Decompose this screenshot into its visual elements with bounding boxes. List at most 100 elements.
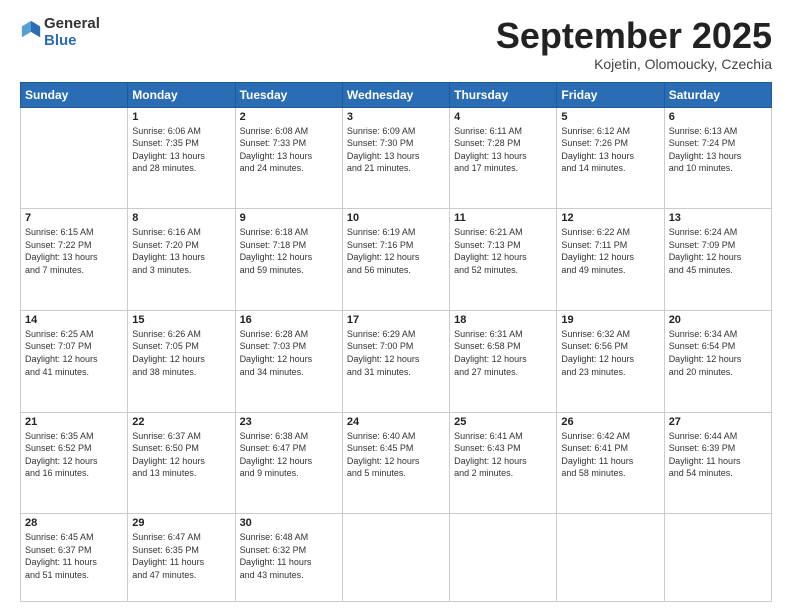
calendar-week-row: 28Sunrise: 6:45 AM Sunset: 6:37 PM Dayli…: [21, 514, 772, 602]
day-info: Sunrise: 6:44 AM Sunset: 6:39 PM Dayligh…: [669, 430, 767, 480]
day-info: Sunrise: 6:48 AM Sunset: 6:32 PM Dayligh…: [240, 531, 338, 581]
day-info: Sunrise: 6:12 AM Sunset: 7:26 PM Dayligh…: [561, 125, 659, 175]
calendar-cell: 8 Sunrise: 6:16 AM Sunset: 7:20 PM Daylig…: [128, 209, 235, 311]
col-header-sunday: Sunday: [21, 82, 128, 107]
day-number: 27: [669, 416, 767, 428]
calendar-cell: 1 Sunrise: 6:06 AM Sunset: 7:35 PM Daylig…: [128, 107, 235, 209]
calendar-cell: 3Sunrise: 6:09 AM Sunset: 7:30 PM Daylig…: [342, 107, 449, 209]
day-number: 10: [347, 212, 445, 224]
day-number: 24: [347, 416, 445, 428]
calendar-cell: 24Sunrise: 6:40 AM Sunset: 6:45 PM Dayli…: [342, 412, 449, 514]
calendar-cell: 30 Sunrise: 6:48 AM Sunset: 6:32 PM Dayli…: [235, 514, 342, 602]
day-info: Sunrise: 6:15 AM Sunset: 7:22 PM Dayligh…: [25, 226, 123, 276]
calendar-header-row: SundayMondayTuesdayWednesdayThursdayFrid…: [21, 82, 772, 107]
location: Kojetin, Olomoucky, Czechia: [496, 56, 772, 72]
day-info: Sunrise: 6:16 AM Sunset: 7:20 PM Dayligh…: [132, 226, 230, 276]
col-header-thursday: Thursday: [450, 82, 557, 107]
day-info: Sunrise: 6:29 AM Sunset: 7:00 PM Dayligh…: [347, 328, 445, 378]
day-info: Sunrise: 6:21 AM Sunset: 7:13 PM Dayligh…: [454, 226, 552, 276]
calendar-cell: 25Sunrise: 6:41 AM Sunset: 6:43 PM Dayli…: [450, 412, 557, 514]
day-info: Sunrise: 6:22 AM Sunset: 7:11 PM Dayligh…: [561, 226, 659, 276]
calendar-table: SundayMondayTuesdayWednesdayThursdayFrid…: [20, 82, 772, 602]
calendar-cell: 6Sunrise: 6:13 AM Sunset: 7:24 PM Daylig…: [664, 107, 771, 209]
day-number: 21: [25, 416, 123, 428]
calendar-cell: 18 Sunrise: 6:31 AM Sunset: 6:58 PM Dayli…: [450, 310, 557, 412]
day-number: 4: [454, 111, 552, 123]
calendar-cell: 26 Sunrise: 6:42 AM Sunset: 6:41 PM Dayli…: [557, 412, 664, 514]
calendar-cell: [450, 514, 557, 602]
day-info: Sunrise: 6:06 AM Sunset: 7:35 PM Dayligh…: [132, 125, 230, 175]
day-number: 15: [132, 314, 230, 326]
calendar-cell: 11 Sunrise: 6:21 AM Sunset: 7:13 PM Dayli…: [450, 209, 557, 311]
day-info: Sunrise: 6:31 AM Sunset: 6:58 PM Dayligh…: [454, 328, 552, 378]
calendar-cell: 5 Sunrise: 6:12 AM Sunset: 7:26 PM Daylig…: [557, 107, 664, 209]
day-number: 7: [25, 212, 123, 224]
day-number: 29: [132, 517, 230, 529]
page: General Blue September 2025 Kojetin, Olo…: [0, 0, 792, 612]
day-info: Sunrise: 6:19 AM Sunset: 7:16 PM Dayligh…: [347, 226, 445, 276]
day-number: 23: [240, 416, 338, 428]
day-number: 12: [561, 212, 659, 224]
calendar-cell: 21Sunrise: 6:35 AM Sunset: 6:52 PM Dayli…: [21, 412, 128, 514]
day-number: 2: [240, 111, 338, 123]
calendar-cell: [21, 107, 128, 209]
logo: General Blue: [20, 16, 100, 49]
logo-general: General: [44, 16, 100, 33]
calendar-cell: 7 Sunrise: 6:15 AM Sunset: 7:22 PM Daylig…: [21, 209, 128, 311]
day-number: 1: [132, 111, 230, 123]
day-number: 26: [561, 416, 659, 428]
calendar-cell: 14 Sunrise: 6:25 AM Sunset: 7:07 PM Dayli…: [21, 310, 128, 412]
day-info: Sunrise: 6:18 AM Sunset: 7:18 PM Dayligh…: [240, 226, 338, 276]
day-number: 5: [561, 111, 659, 123]
day-number: 22: [132, 416, 230, 428]
day-info: Sunrise: 6:28 AM Sunset: 7:03 PM Dayligh…: [240, 328, 338, 378]
calendar-cell: 20 Sunrise: 6:34 AM Sunset: 6:54 PM Dayli…: [664, 310, 771, 412]
col-header-friday: Friday: [557, 82, 664, 107]
day-number: 8: [132, 212, 230, 224]
title-block: September 2025 Kojetin, Olomoucky, Czech…: [496, 16, 772, 72]
day-number: 13: [669, 212, 767, 224]
day-info: Sunrise: 6:24 AM Sunset: 7:09 PM Dayligh…: [669, 226, 767, 276]
col-header-monday: Monday: [128, 82, 235, 107]
calendar-cell: 22Sunrise: 6:37 AM Sunset: 6:50 PM Dayli…: [128, 412, 235, 514]
calendar-week-row: 1 Sunrise: 6:06 AM Sunset: 7:35 PM Daylig…: [21, 107, 772, 209]
day-number: 20: [669, 314, 767, 326]
calendar-cell: [342, 514, 449, 602]
day-number: 25: [454, 416, 552, 428]
day-info: Sunrise: 6:08 AM Sunset: 7:33 PM Dayligh…: [240, 125, 338, 175]
day-number: 18: [454, 314, 552, 326]
day-info: Sunrise: 6:25 AM Sunset: 7:07 PM Dayligh…: [25, 328, 123, 378]
day-number: 30: [240, 517, 338, 529]
calendar-cell: 23Sunrise: 6:38 AM Sunset: 6:47 PM Dayli…: [235, 412, 342, 514]
calendar-cell: 29 Sunrise: 6:47 AM Sunset: 6:35 PM Dayli…: [128, 514, 235, 602]
day-info: Sunrise: 6:47 AM Sunset: 6:35 PM Dayligh…: [132, 531, 230, 581]
col-header-wednesday: Wednesday: [342, 82, 449, 107]
calendar-week-row: 14 Sunrise: 6:25 AM Sunset: 7:07 PM Dayli…: [21, 310, 772, 412]
calendar-cell: 17Sunrise: 6:29 AM Sunset: 7:00 PM Dayli…: [342, 310, 449, 412]
calendar-cell: 28Sunrise: 6:45 AM Sunset: 6:37 PM Dayli…: [21, 514, 128, 602]
calendar-cell: [664, 514, 771, 602]
logo-icon: [20, 19, 42, 41]
day-info: Sunrise: 6:26 AM Sunset: 7:05 PM Dayligh…: [132, 328, 230, 378]
day-info: Sunrise: 6:45 AM Sunset: 6:37 PM Dayligh…: [25, 531, 123, 581]
calendar-week-row: 7 Sunrise: 6:15 AM Sunset: 7:22 PM Daylig…: [21, 209, 772, 311]
day-number: 9: [240, 212, 338, 224]
calendar-cell: 10 Sunrise: 6:19 AM Sunset: 7:16 PM Dayli…: [342, 209, 449, 311]
calendar-cell: 27 Sunrise: 6:44 AM Sunset: 6:39 PM Dayli…: [664, 412, 771, 514]
day-number: 3: [347, 111, 445, 123]
day-info: Sunrise: 6:11 AM Sunset: 7:28 PM Dayligh…: [454, 125, 552, 175]
month-title: September 2025: [496, 16, 772, 56]
calendar-week-row: 21Sunrise: 6:35 AM Sunset: 6:52 PM Dayli…: [21, 412, 772, 514]
day-info: Sunrise: 6:42 AM Sunset: 6:41 PM Dayligh…: [561, 430, 659, 480]
day-number: 14: [25, 314, 123, 326]
day-number: 11: [454, 212, 552, 224]
calendar-cell: 2 Sunrise: 6:08 AM Sunset: 7:33 PM Daylig…: [235, 107, 342, 209]
logo-blue: Blue: [44, 33, 100, 50]
header: General Blue September 2025 Kojetin, Olo…: [20, 16, 772, 72]
col-header-tuesday: Tuesday: [235, 82, 342, 107]
calendar-cell: 15 Sunrise: 6:26 AM Sunset: 7:05 PM Dayli…: [128, 310, 235, 412]
day-info: Sunrise: 6:34 AM Sunset: 6:54 PM Dayligh…: [669, 328, 767, 378]
calendar-cell: 19Sunrise: 6:32 AM Sunset: 6:56 PM Dayli…: [557, 310, 664, 412]
calendar-cell: [557, 514, 664, 602]
col-header-saturday: Saturday: [664, 82, 771, 107]
